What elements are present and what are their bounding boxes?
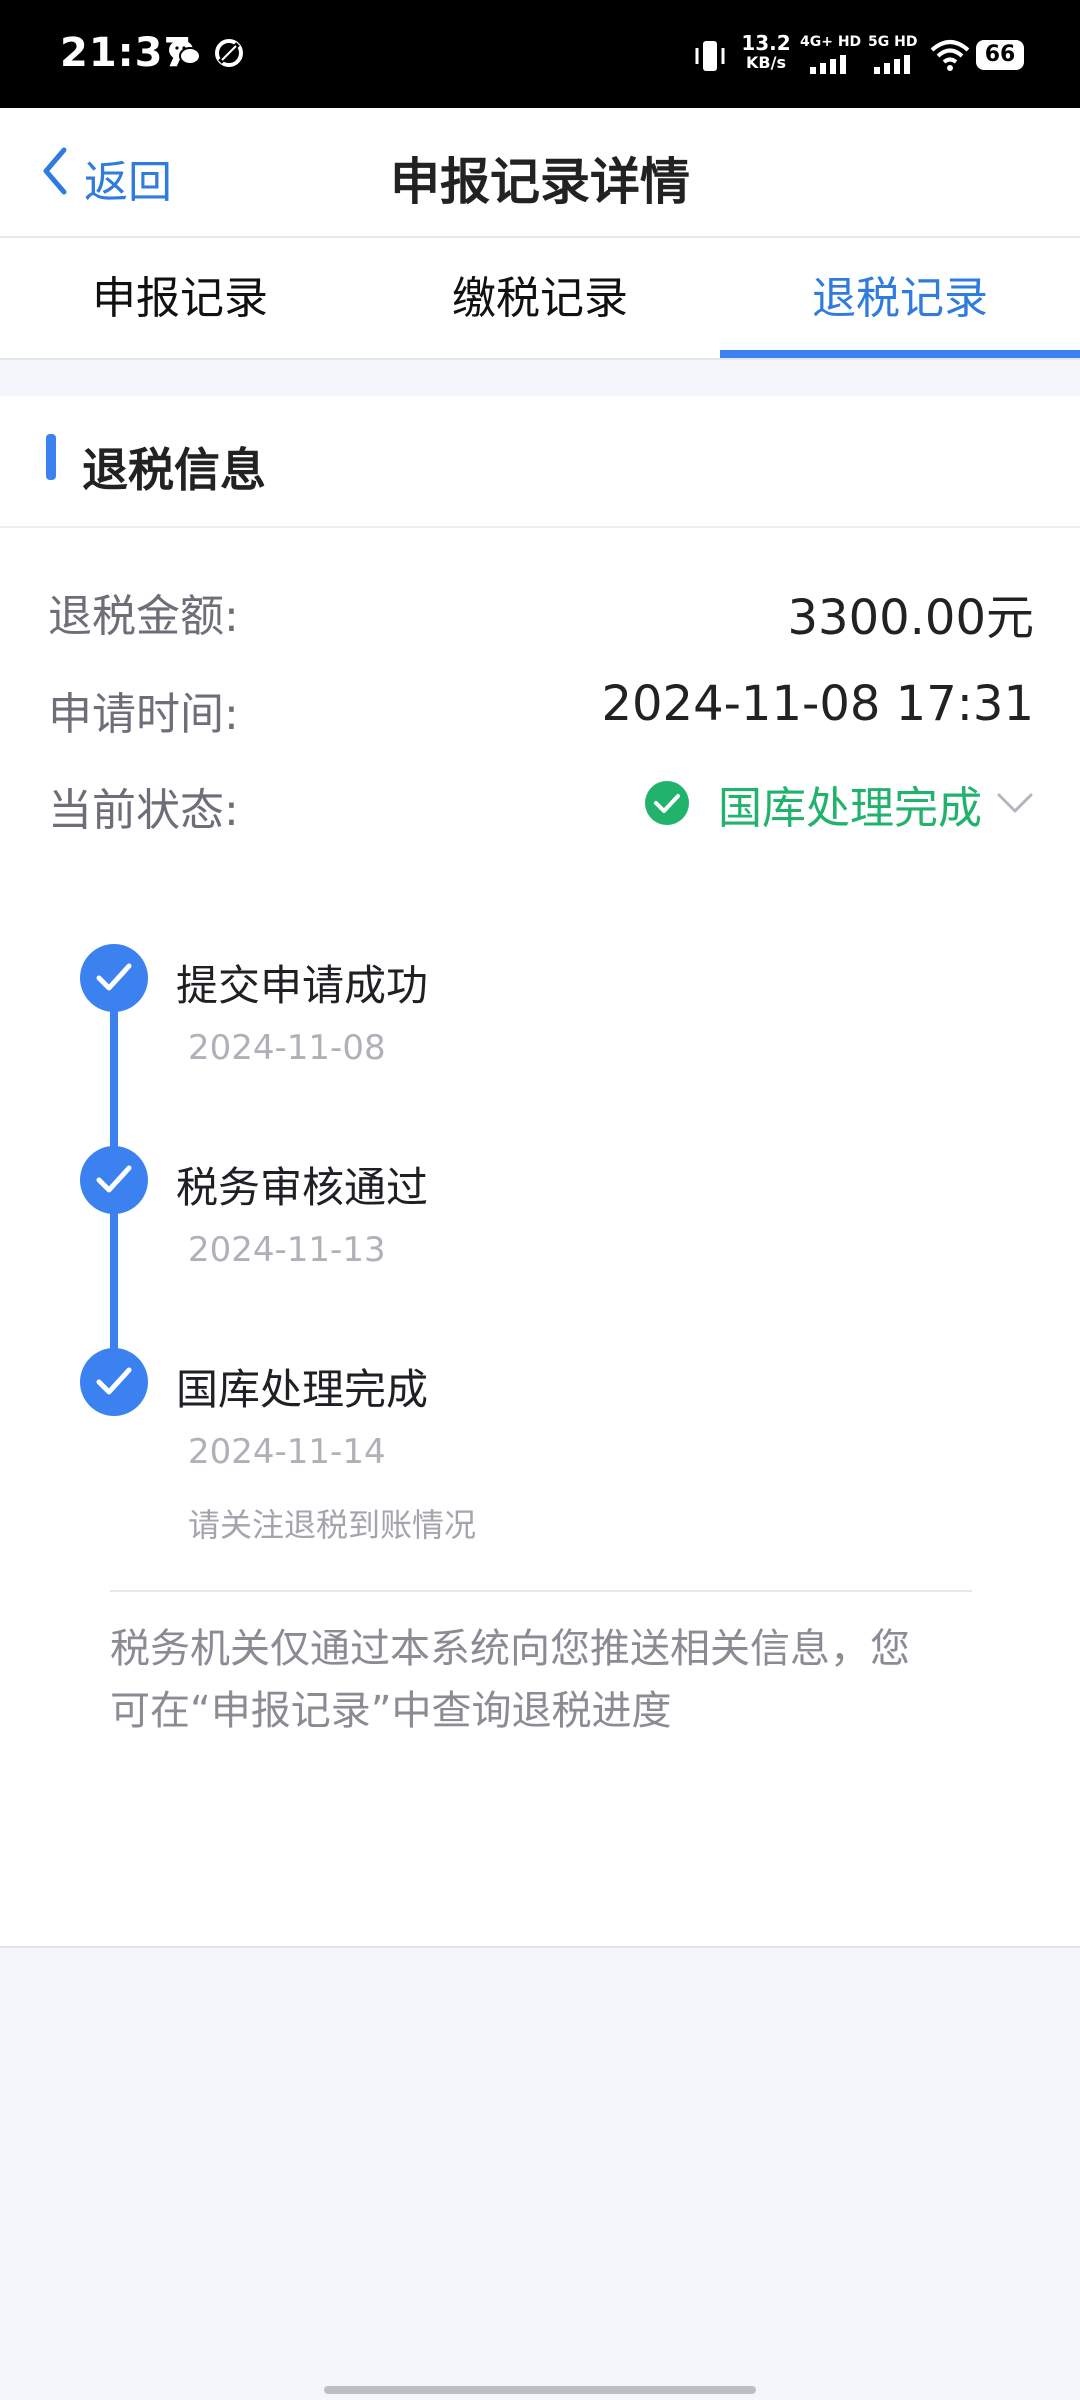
home-indicator[interactable] [324, 2386, 756, 2394]
current-status-label: 当前状态: [48, 785, 239, 836]
timeline-step-3-title: 国库处理完成 [176, 1365, 429, 1414]
tab-declaration-records[interactable]: 申报记录 [0, 238, 360, 358]
page-title: 申报记录详情 [390, 153, 690, 211]
refund-info-card: 退税信息 退税金额: 3300.00元 申请时间: 2024-11-08 17:… [0, 396, 1080, 1948]
battery-level: 66 [984, 42, 1016, 67]
sim1-label: 4G+ HD [800, 34, 862, 50]
notice-line-1: 税务机关仅通过本系统向您推送相关信息，您 [110, 1626, 910, 1672]
timeline-step-1-date: 2024-11-08 [188, 1028, 386, 1068]
wifi-icon [930, 40, 970, 71]
section-title: 退税信息 [82, 443, 266, 497]
sim1-signal: 4G+ HD [800, 34, 864, 74]
section-accent-bar [46, 434, 56, 480]
timeline-step-2-check-icon [80, 1146, 148, 1214]
status-bar: 21:37 13.2 KB/s 4G+ HD 5G HD 66 [0, 0, 1080, 108]
sim2-label: 5G HD [868, 34, 918, 50]
signal-icon [874, 55, 910, 74]
sim2-signal: 5G HD [868, 34, 928, 74]
section-header: 退税信息 [0, 396, 1080, 528]
network-speed-value: 13.2 [741, 31, 791, 55]
network-speed: 13.2 KB/s [740, 31, 792, 72]
nav-bar: 返回 申报记录详情 [0, 108, 1080, 238]
timeline-step-2-date: 2024-11-13 [188, 1230, 386, 1270]
status-right-icons: 13.2 KB/s 4G+ HD 5G HD 66 [692, 31, 1024, 78]
app-notification-icon [215, 39, 243, 67]
tab-tax-refund-records[interactable]: 退税记录 [720, 238, 1080, 358]
notice-text: 税务机关仅通过本系统向您推送相关信息，您 可在“申报记录”中查询退税进度 [110, 1618, 990, 1742]
status-dropdown[interactable]: 国库处理完成 [644, 768, 1034, 834]
active-tab-indicator [720, 350, 1080, 358]
notice-divider [110, 1590, 972, 1592]
signal-icon [810, 55, 846, 74]
timeline-step-3-note: 请关注退税到账情况 [188, 1506, 477, 1544]
timeline-step-3-check-icon [80, 1348, 148, 1416]
progress-timeline: 提交申请成功 2024-11-08 税务审核通过 2024-11-13 国库处理… [80, 944, 1010, 1564]
apply-time-value: 2024-11-08 17:31 [601, 676, 1034, 732]
apply-time-label: 申请时间: [48, 689, 239, 740]
tab-tax-payment-records[interactable]: 缴税记录 [360, 238, 720, 358]
notice-line-2: 可在“申报记录”中查询退税进度 [110, 1688, 672, 1734]
timeline-step-2-title: 税务审核通过 [176, 1163, 429, 1212]
chevron-down-icon [997, 793, 1033, 813]
timeline-step-1-check-icon [80, 944, 148, 1012]
check-circle-icon [645, 781, 689, 825]
refund-amount-label: 退税金额: [48, 591, 239, 642]
refund-amount-value: 3300.00元 [787, 590, 1035, 646]
apply-time-row: 申请时间: 2024-11-08 17:31 [48, 670, 1034, 740]
timeline-step-1-title: 提交申请成功 [176, 961, 429, 1010]
tab-bar: 申报记录 缴税记录 退税记录 [0, 238, 1080, 360]
vibrate-icon [695, 41, 725, 71]
timeline-step-3-date: 2024-11-14 [188, 1432, 386, 1472]
wechat-icon [169, 40, 201, 65]
current-status-value: 国库处理完成 [718, 783, 982, 834]
current-status-row[interactable]: 当前状态: 国库处理完成 [48, 766, 1034, 836]
refund-amount-row: 退税金额: 3300.00元 [48, 572, 1034, 646]
network-speed-unit: KB/s [746, 53, 786, 72]
battery-icon: 66 [976, 40, 1024, 70]
